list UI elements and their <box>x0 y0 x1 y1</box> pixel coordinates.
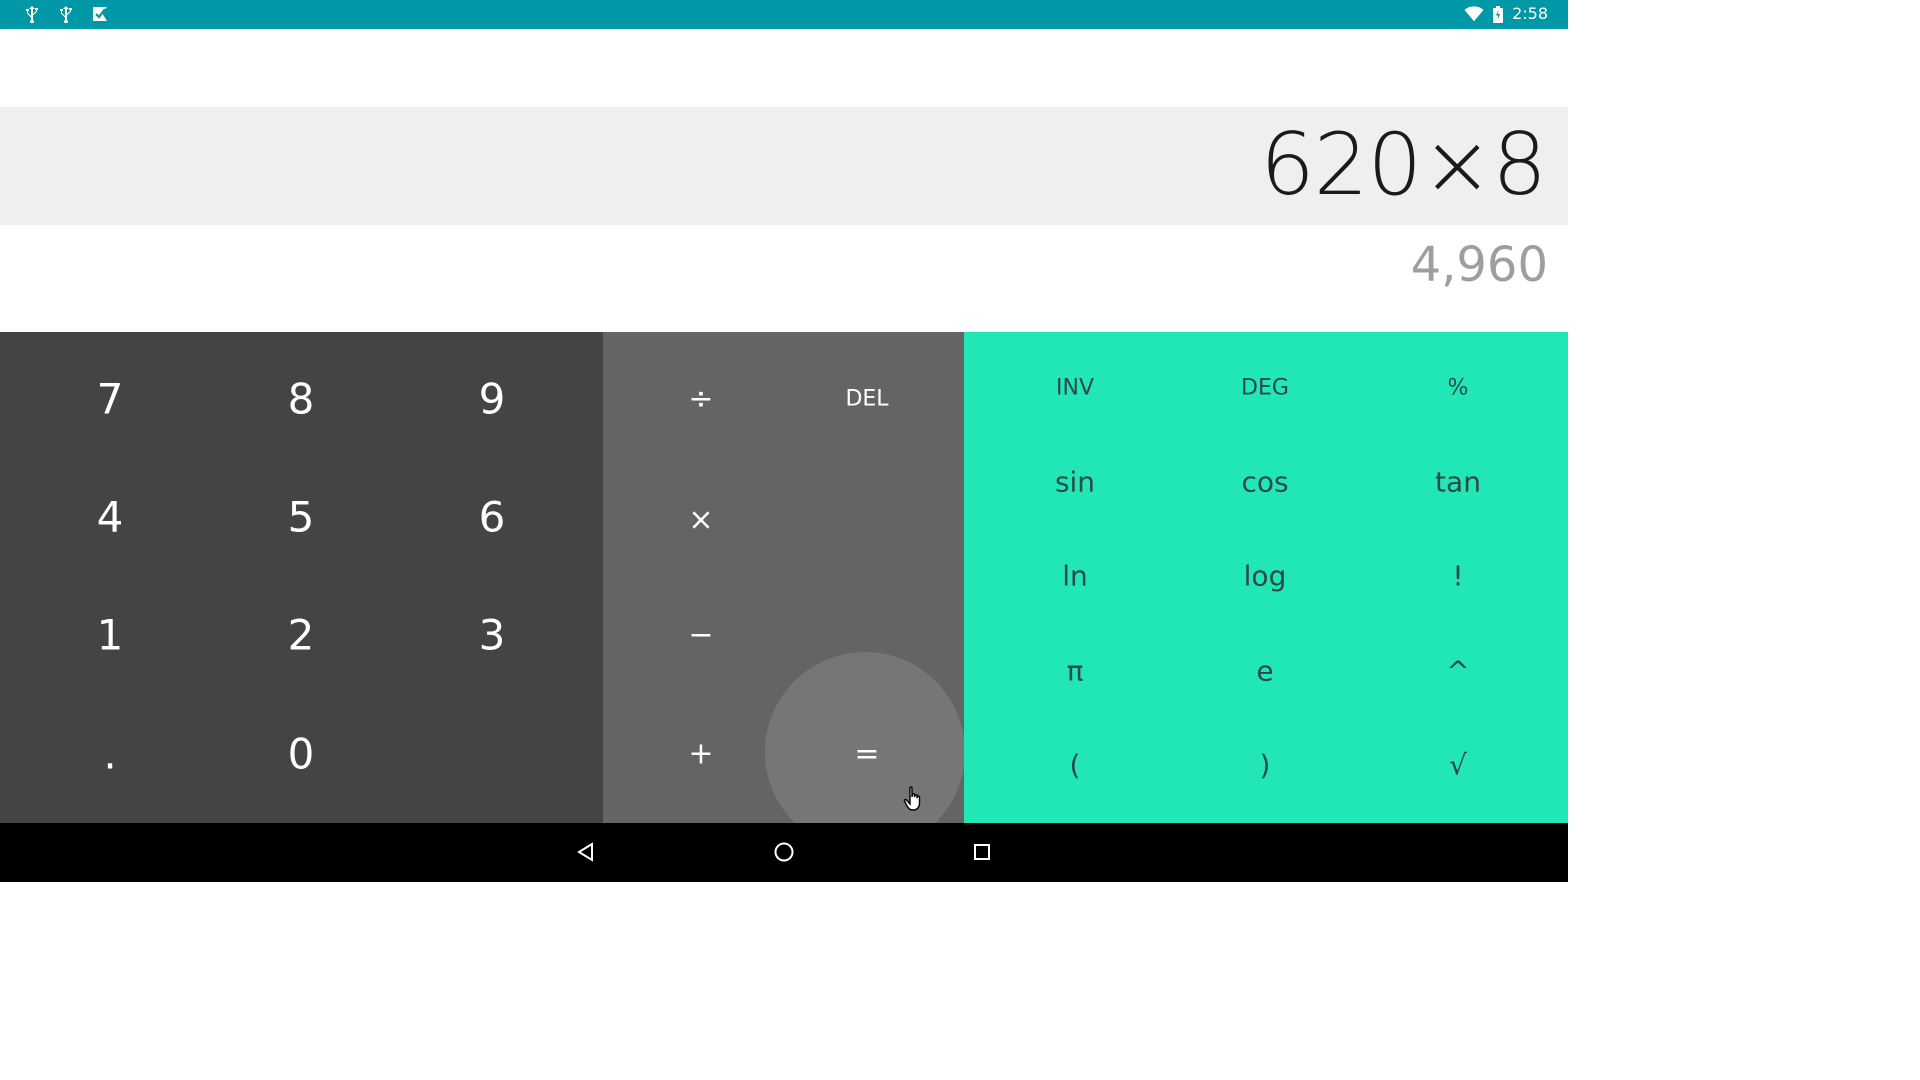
digit-8-button[interactable]: 8 <box>288 375 315 424</box>
usb-icon <box>56 4 76 24</box>
ln-button[interactable]: ln <box>1062 560 1088 593</box>
left-paren-button[interactable]: ( <box>1070 749 1081 782</box>
home-icon[interactable] <box>772 840 796 864</box>
digit-5-button[interactable]: 5 <box>288 493 315 542</box>
digit-9-button[interactable]: 9 <box>479 375 506 424</box>
digit-1-button[interactable]: 1 <box>97 611 124 660</box>
multiply-button[interactable]: × <box>688 503 713 538</box>
formula-text[interactable]: 620×8 <box>1260 110 1547 220</box>
display-top-spacer <box>0 29 1568 107</box>
degree-mode-button[interactable]: DEG <box>1241 376 1289 401</box>
factorial-button[interactable]: ! <box>1452 560 1463 593</box>
operator-pad: ÷ DEL × − + = <box>603 332 964 823</box>
battery-icon <box>1492 4 1504 24</box>
wifi-icon <box>1464 4 1484 24</box>
formula-area[interactable]: 620×8 <box>0 107 1568 225</box>
hand-cursor-icon <box>903 786 925 812</box>
clock: 2:58 <box>1512 4 1548 23</box>
digit-2-button[interactable]: 2 <box>288 611 315 660</box>
sin-button[interactable]: sin <box>1055 466 1095 499</box>
minus-button[interactable]: − <box>688 618 713 653</box>
result-text: 4,960 <box>1410 237 1548 293</box>
plus-button[interactable]: + <box>688 737 713 772</box>
log-button[interactable]: log <box>1244 560 1287 593</box>
power-button[interactable]: ^ <box>1446 655 1469 688</box>
result-area: 4,960 <box>0 225 1568 332</box>
digit-6-button[interactable]: 6 <box>479 493 506 542</box>
percent-button[interactable]: % <box>1448 376 1469 401</box>
cos-button[interactable]: cos <box>1241 466 1288 499</box>
recents-icon[interactable] <box>970 840 994 864</box>
back-icon[interactable] <box>574 840 598 864</box>
usb-icon <box>22 4 42 24</box>
inverse-button[interactable]: INV <box>1056 376 1094 401</box>
square-root-button[interactable]: √ <box>1449 749 1467 782</box>
right-paren-button[interactable]: ) <box>1260 749 1271 782</box>
play-store-icon <box>90 4 110 24</box>
euler-e-button[interactable]: e <box>1256 655 1273 688</box>
digit-0-button[interactable]: 0 <box>288 730 315 779</box>
divide-button[interactable]: ÷ <box>688 382 713 417</box>
status-bar: 2:58 <box>0 0 1568 29</box>
decimal-point-button[interactable]: . <box>103 730 116 779</box>
number-pad: 7 8 9 4 5 6 1 2 3 . 0 <box>0 332 603 823</box>
pi-button[interactable]: π <box>1067 655 1084 688</box>
tan-button[interactable]: tan <box>1435 466 1481 499</box>
delete-button[interactable]: DEL <box>845 387 888 412</box>
equals-button[interactable]: = <box>854 737 879 772</box>
digit-3-button[interactable]: 3 <box>479 611 506 660</box>
digit-4-button[interactable]: 4 <box>97 493 124 542</box>
navigation-bar <box>0 823 1568 882</box>
advanced-pad: INV DEG % sin cos tan ln log ! π e ^ ( )… <box>964 332 1568 823</box>
digit-7-button[interactable]: 7 <box>97 375 124 424</box>
